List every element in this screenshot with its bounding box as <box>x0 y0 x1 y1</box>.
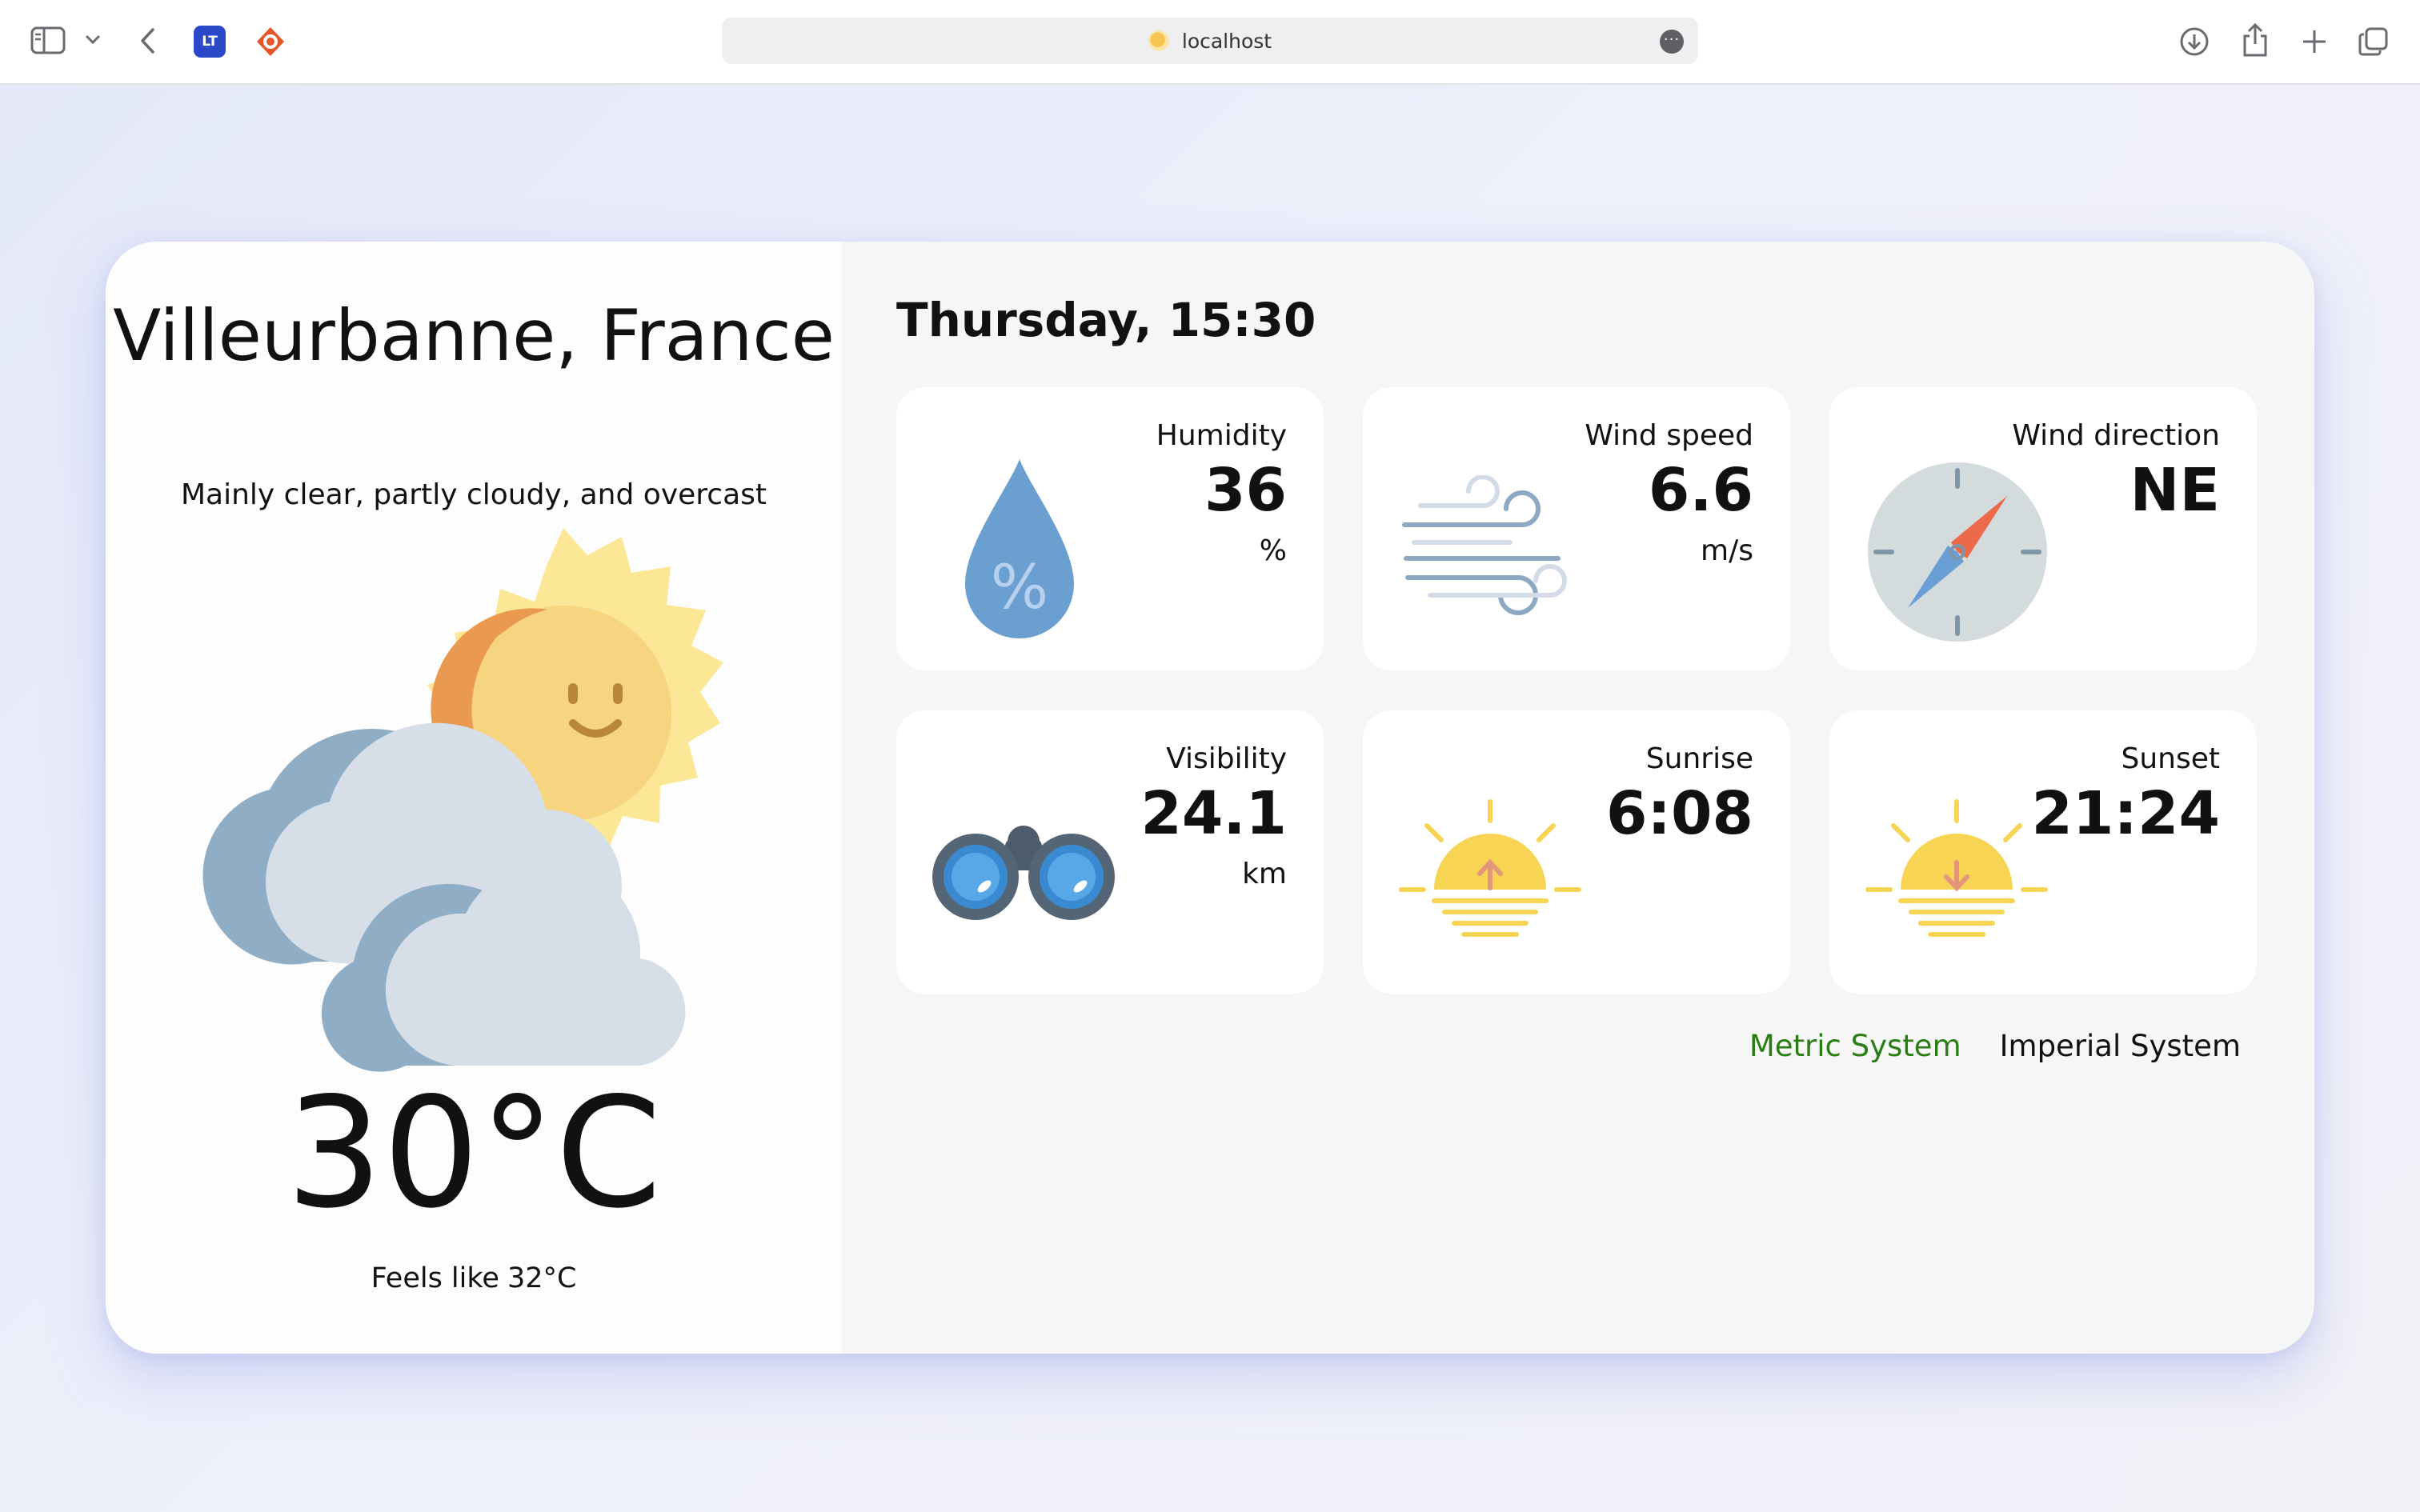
visibility-label: Visibility <box>1166 742 1287 775</box>
extension-icon[interactable] <box>254 26 286 58</box>
humidity-tile: % Humidity 36 % <box>896 387 1324 670</box>
site-favicon <box>1148 30 1169 51</box>
city-name: Villeurbanne, France <box>113 294 835 377</box>
address-text: localhost <box>1181 29 1272 53</box>
wind-direction-label: Wind direction <box>2012 419 2220 452</box>
imperial-system-button[interactable]: Imperial System <box>2000 1029 2241 1063</box>
chevron-down-icon[interactable] <box>83 30 102 50</box>
wind-speed-label: Wind speed <box>1585 419 1753 452</box>
sunrise-value: 6:08 <box>1605 779 1753 848</box>
sunset-icon <box>1865 798 2049 954</box>
back-arrow-icon[interactable] <box>131 24 165 58</box>
visibility-tile: Visibility 24.1 km <box>896 710 1324 994</box>
compass-icon <box>1865 459 2050 648</box>
sidebar-icon[interactable] <box>30 26 67 56</box>
address-bar[interactable]: localhost ··· <box>722 18 1698 64</box>
current-weather-panel: Villeurbanne, France Mainly clear, partl… <box>106 242 842 1354</box>
sunrise-label: Sunrise <box>1645 742 1753 775</box>
visibility-unit: km <box>1242 858 1287 890</box>
wind-icon <box>1398 474 1582 630</box>
water-drop-icon: % <box>964 456 1076 645</box>
weather-card: Villeurbanne, France Mainly clear, partl… <box>106 242 2314 1354</box>
metric-system-button[interactable]: Metric System <box>1749 1029 1961 1063</box>
sunset-tile: Sunset 21:24 <box>1829 710 2257 994</box>
new-tab-icon[interactable] <box>2297 24 2332 59</box>
browser-toolbar: LT localhost ··· <box>0 0 2420 85</box>
sunrise-tile: Sunrise 6:08 <box>1363 710 1790 994</box>
humidity-label: Humidity <box>1156 419 1287 452</box>
download-icon[interactable] <box>2177 24 2212 59</box>
visibility-value: 24.1 <box>1140 779 1287 848</box>
wind-speed-tile: Wind speed 6.6 m/s <box>1363 387 1790 670</box>
feels-like-value: 32°C <box>507 1262 577 1294</box>
weather-details-panel: Thursday, 15:30 % Humidity 36 % Wind spe… <box>842 242 2314 1354</box>
wind-direction-tile: Wind direction NE <box>1829 387 2257 670</box>
svg-text:%: % <box>991 551 1048 622</box>
sunset-label: Sunset <box>2121 742 2220 775</box>
weather-condition: Mainly clear, partly cloudy, and overcas… <box>180 478 767 511</box>
wind-speed-value: 6.6 <box>1648 456 1753 525</box>
wind-speed-unit: m/s <box>1701 534 1753 567</box>
extension-icon[interactable]: LT <box>194 26 226 58</box>
wind-direction-value: NE <box>2130 456 2220 525</box>
share-icon[interactable] <box>2238 21 2273 59</box>
sunrise-icon <box>1398 798 1582 954</box>
more-icon[interactable]: ··· <box>1660 30 1684 54</box>
feels-like-label: Feels like <box>371 1262 499 1294</box>
tabs-overview-icon[interactable] <box>2356 24 2391 59</box>
unit-switcher: Metric System Imperial System <box>1749 1029 2241 1063</box>
sunset-value: 21:24 <box>2031 779 2220 848</box>
date-time: Thursday, 15:30 <box>896 293 1316 347</box>
humidity-value: 36 <box>1204 456 1287 525</box>
sun-cloud-icon <box>194 514 770 1090</box>
humidity-unit: % <box>1259 534 1287 567</box>
feels-like: Feels like 32°C <box>106 1262 842 1294</box>
binoculars-icon <box>932 826 1116 925</box>
temperature: 30°C <box>286 1065 662 1242</box>
